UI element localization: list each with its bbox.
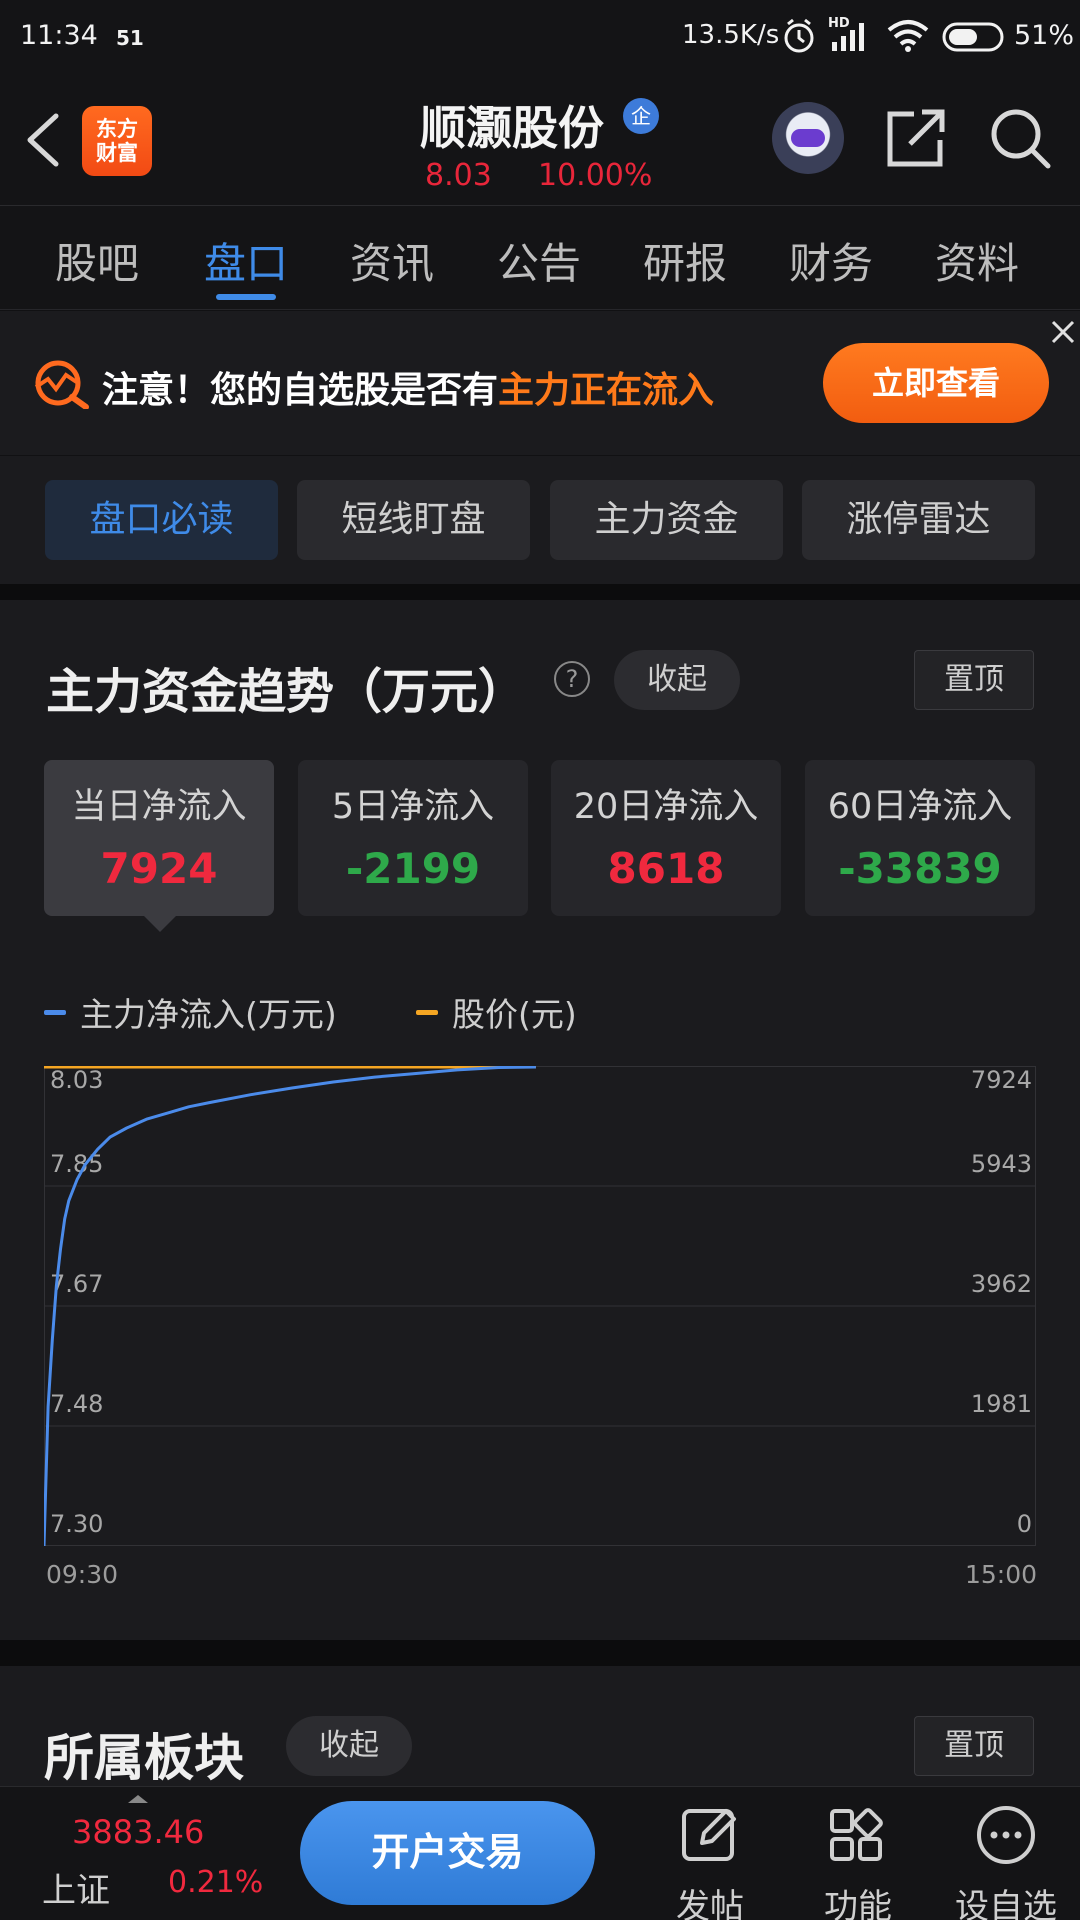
stock-header: 东方 财富 顺灏股份 企 8.03 10.00% <box>0 72 1080 206</box>
post-icon[interactable] <box>674 1799 746 1871</box>
index-change-percent[interactable]: 0.21% <box>168 1865 263 1900</box>
right-axis-tick-label: 5943 <box>971 1150 1032 1178</box>
main-tabs: 股吧 盘口 资讯 公告 研报 财务 资料 <box>0 206 1080 310</box>
battery-icon <box>942 22 1004 52</box>
active-stat-pointer <box>144 916 176 932</box>
network-speed: 13.5K/s <box>682 20 780 50</box>
status-bar: 11:34 51 13.5K/s HD 51% <box>0 0 1080 72</box>
active-tab-indicator <box>216 294 276 300</box>
fund-trend-card: 主力资金趋势（万元） ? 收起 置顶 当日净流入 7924 5日净流入 -219… <box>0 600 1080 1640</box>
alarm-icon <box>784 18 814 53</box>
robot-assistant-icon[interactable] <box>772 102 844 174</box>
more-icon[interactable] <box>970 1799 1042 1871</box>
functions-icon[interactable] <box>822 1799 894 1871</box>
promo-highlight: 主力正在流入 <box>498 370 715 411</box>
sector-pin-button[interactable]: 置顶 <box>914 1716 1034 1776</box>
notification-count: 51 <box>116 26 144 50</box>
tab-profile[interactable]: 资料 <box>935 230 1019 291</box>
stat-20d-net-inflow[interactable]: 20日净流入 8618 <box>551 760 781 916</box>
fund-trend-chart: 8.037.857.677.487.3079245943396219810 <box>44 1066 1036 1546</box>
pin-to-top-button[interactable]: 置顶 <box>914 650 1034 710</box>
tab-guba[interactable]: 股吧 <box>55 230 139 291</box>
stock-price: 8.03 <box>425 158 492 193</box>
add-watchlist-label[interactable]: 设自选 <box>946 1879 1066 1920</box>
left-axis-tick-label: 7.48 <box>50 1390 103 1418</box>
signal-icon <box>832 23 864 51</box>
stat-60d-net-inflow[interactable]: 60日净流入 -33839 <box>805 760 1035 916</box>
stock-name: 顺灏股份 <box>420 101 604 155</box>
right-axis-tick-label: 0 <box>1017 1510 1032 1538</box>
stock-change-percent: 10.00% <box>538 158 653 193</box>
tab-finance[interactable]: 财务 <box>789 230 873 291</box>
sector-collapse-button[interactable]: 收起 <box>286 1716 412 1776</box>
x-axis-start-label: 09:30 <box>46 1560 119 1589</box>
legend-price: 股价(元) <box>416 988 577 1036</box>
post-label[interactable]: 发帖 <box>650 1879 770 1920</box>
index-name[interactable]: 上证 <box>42 1863 110 1912</box>
trend-alert-icon <box>34 360 89 409</box>
tab-announcements[interactable]: 公告 <box>497 230 581 291</box>
enterprise-badge: 企 <box>623 98 659 134</box>
stat-5d-net-inflow[interactable]: 5日净流入 -2199 <box>298 760 528 916</box>
left-axis-tick-label: 8.03 <box>50 1066 103 1094</box>
stat-today-net-inflow[interactable]: 当日净流入 7924 <box>44 760 274 916</box>
tab-news[interactable]: 资讯 <box>350 230 434 291</box>
right-axis-tick-label: 7924 <box>971 1066 1032 1094</box>
clock: 11:34 <box>20 20 98 51</box>
subtab-short-term[interactable]: 短线盯盘 <box>297 480 530 560</box>
subtab-must-read[interactable]: 盘口必读 <box>45 480 278 560</box>
sub-tabs: 盘口必读 短线盯盘 主力资金 涨停雷达 <box>0 456 1080 584</box>
promo-text: 注意！您的自选股是否有主力正在流入 <box>102 370 715 411</box>
share-icon[interactable] <box>884 106 948 170</box>
search-icon[interactable] <box>988 106 1052 170</box>
collapse-button[interactable]: 收起 <box>614 650 740 710</box>
battery-percent: 51% <box>1014 20 1075 51</box>
sector-section: 所属板块 收起 置顶 <box>0 1666 1080 1787</box>
fund-trend-title: 主力资金趋势（万元） <box>46 664 527 720</box>
right-axis-tick-label: 3962 <box>971 1270 1032 1298</box>
app-logo: 东方 财富 <box>82 106 152 176</box>
open-account-trade-button[interactable]: 开户交易 <box>300 1801 595 1905</box>
wifi-icon <box>887 20 929 52</box>
help-icon[interactable]: ? <box>554 661 590 697</box>
left-axis-tick-label: 7.30 <box>50 1510 103 1538</box>
index-expand-icon[interactable] <box>128 1795 148 1803</box>
tab-research[interactable]: 研报 <box>643 230 727 291</box>
view-now-button[interactable]: 立即查看 <box>823 343 1049 423</box>
subtab-main-funds[interactable]: 主力资金 <box>550 480 783 560</box>
bottom-bar: 3883.46 上证 0.21% 开户交易 发帖 功能 设自选 <box>0 1786 1080 1920</box>
functions-label[interactable]: 功能 <box>798 1879 918 1920</box>
close-icon[interactable] <box>1050 319 1076 345</box>
x-axis-end-label: 15:00 <box>965 1560 1038 1589</box>
tab-pankou[interactable]: 盘口 <box>204 230 288 291</box>
legend-net-inflow: 主力净流入(万元) <box>44 988 337 1036</box>
subtab-limit-up-radar[interactable]: 涨停雷达 <box>802 480 1035 560</box>
index-value[interactable]: 3883.46 <box>72 1813 204 1851</box>
back-arrow-icon[interactable] <box>22 112 62 168</box>
promo-banner: 注意！您的自选股是否有主力正在流入 立即查看 <box>0 311 1080 455</box>
right-axis-tick-label: 1981 <box>971 1390 1032 1418</box>
sector-title: 所属板块 <box>44 1729 244 1787</box>
